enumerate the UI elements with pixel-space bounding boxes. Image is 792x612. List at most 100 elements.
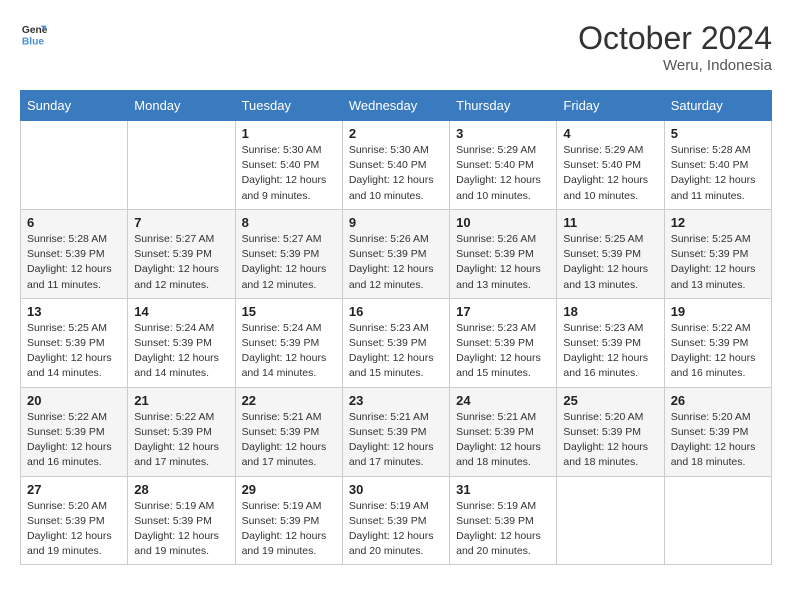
calendar-header-row: Sunday Monday Tuesday Wednesday Thursday… bbox=[21, 91, 772, 121]
calendar-cell: 18 Sunrise: 5:23 AM Sunset: 5:39 PM Dayli… bbox=[557, 298, 664, 387]
calendar-cell: 12 Sunrise: 5:25 AM Sunset: 5:39 PM Dayli… bbox=[664, 209, 771, 298]
calendar-cell: 7 Sunrise: 5:27 AM Sunset: 5:39 PM Daylig… bbox=[128, 209, 235, 298]
day-number: 4 bbox=[563, 126, 657, 141]
day-number: 31 bbox=[456, 482, 550, 497]
day-number: 2 bbox=[349, 126, 443, 141]
day-number: 20 bbox=[27, 393, 121, 408]
calendar-week-4: 20 Sunrise: 5:22 AM Sunset: 5:39 PM Dayli… bbox=[21, 387, 772, 476]
calendar-cell: 21 Sunrise: 5:22 AM Sunset: 5:39 PM Dayli… bbox=[128, 387, 235, 476]
calendar-cell: 20 Sunrise: 5:22 AM Sunset: 5:39 PM Dayli… bbox=[21, 387, 128, 476]
calendar-cell: 27Sunrise: 5:20 AM Sunset: 5:39 PM Dayli… bbox=[21, 476, 128, 565]
day-number: 6 bbox=[27, 215, 121, 230]
calendar-cell: 13Sunrise: 5:25 AM Sunset: 5:39 PM Dayli… bbox=[21, 298, 128, 387]
calendar-cell: 8 Sunrise: 5:27 AM Sunset: 5:39 PM Daylig… bbox=[235, 209, 342, 298]
day-info: Sunrise: 5:25 AM Sunset: 5:39 PM Dayligh… bbox=[563, 232, 657, 293]
calendar-cell bbox=[557, 476, 664, 565]
calendar-week-2: 6 Sunrise: 5:28 AM Sunset: 5:39 PM Daylig… bbox=[21, 209, 772, 298]
day-info: Sunrise: 5:28 AM Sunset: 5:40 PM Dayligh… bbox=[671, 143, 765, 204]
day-number: 19 bbox=[671, 304, 765, 319]
day-number: 30 bbox=[349, 482, 443, 497]
calendar-week-5: 27Sunrise: 5:20 AM Sunset: 5:39 PM Dayli… bbox=[21, 476, 772, 565]
day-info: Sunrise: 5:21 AM Sunset: 5:39 PM Dayligh… bbox=[456, 410, 550, 471]
calendar-week-1: 1 Sunrise: 5:30 AM Sunset: 5:40 PM Daylig… bbox=[21, 121, 772, 210]
day-info: Sunrise: 5:22 AM Sunset: 5:39 PM Dayligh… bbox=[27, 410, 121, 471]
day-info: Sunrise: 5:30 AM Sunset: 5:40 PM Dayligh… bbox=[242, 143, 336, 204]
calendar-cell: 23Sunrise: 5:21 AM Sunset: 5:39 PM Dayli… bbox=[342, 387, 449, 476]
day-info: Sunrise: 5:21 AM Sunset: 5:39 PM Dayligh… bbox=[349, 410, 443, 471]
day-info: Sunrise: 5:20 AM Sunset: 5:39 PM Dayligh… bbox=[563, 410, 657, 471]
day-number: 15 bbox=[242, 304, 336, 319]
calendar-cell bbox=[664, 476, 771, 565]
calendar-cell: 11 Sunrise: 5:25 AM Sunset: 5:39 PM Dayli… bbox=[557, 209, 664, 298]
calendar-cell: 14 Sunrise: 5:24 AM Sunset: 5:39 PM Dayli… bbox=[128, 298, 235, 387]
calendar-cell: 29Sunrise: 5:19 AM Sunset: 5:39 PM Dayli… bbox=[235, 476, 342, 565]
day-info: Sunrise: 5:25 AM Sunset: 5:39 PM Dayligh… bbox=[671, 232, 765, 293]
calendar-week-3: 13Sunrise: 5:25 AM Sunset: 5:39 PM Dayli… bbox=[21, 298, 772, 387]
col-saturday: Saturday bbox=[664, 91, 771, 121]
month-title: October 2024 bbox=[578, 20, 772, 57]
day-number: 25 bbox=[563, 393, 657, 408]
day-info: Sunrise: 5:27 AM Sunset: 5:39 PM Dayligh… bbox=[242, 232, 336, 293]
day-number: 7 bbox=[134, 215, 228, 230]
calendar-cell: 4 Sunrise: 5:29 AM Sunset: 5:40 PM Daylig… bbox=[557, 121, 664, 210]
col-wednesday: Wednesday bbox=[342, 91, 449, 121]
day-info: Sunrise: 5:24 AM Sunset: 5:39 PM Dayligh… bbox=[134, 321, 228, 382]
day-info: Sunrise: 5:20 AM Sunset: 5:39 PM Dayligh… bbox=[671, 410, 765, 471]
day-number: 8 bbox=[242, 215, 336, 230]
day-number: 10 bbox=[456, 215, 550, 230]
day-info: Sunrise: 5:19 AM Sunset: 5:39 PM Dayligh… bbox=[456, 499, 550, 560]
day-info: Sunrise: 5:29 AM Sunset: 5:40 PM Dayligh… bbox=[456, 143, 550, 204]
day-number: 1 bbox=[242, 126, 336, 141]
day-number: 5 bbox=[671, 126, 765, 141]
calendar-cell: 6 Sunrise: 5:28 AM Sunset: 5:39 PM Daylig… bbox=[21, 209, 128, 298]
day-info: Sunrise: 5:22 AM Sunset: 5:39 PM Dayligh… bbox=[134, 410, 228, 471]
day-number: 16 bbox=[349, 304, 443, 319]
day-number: 9 bbox=[349, 215, 443, 230]
calendar-cell: 15 Sunrise: 5:24 AM Sunset: 5:39 PM Dayli… bbox=[235, 298, 342, 387]
day-number: 18 bbox=[563, 304, 657, 319]
day-info: Sunrise: 5:30 AM Sunset: 5:40 PM Dayligh… bbox=[349, 143, 443, 204]
day-info: Sunrise: 5:26 AM Sunset: 5:39 PM Dayligh… bbox=[456, 232, 550, 293]
day-info: Sunrise: 5:26 AM Sunset: 5:39 PM Dayligh… bbox=[349, 232, 443, 293]
day-info: Sunrise: 5:21 AM Sunset: 5:39 PM Dayligh… bbox=[242, 410, 336, 471]
day-info: Sunrise: 5:29 AM Sunset: 5:40 PM Dayligh… bbox=[563, 143, 657, 204]
calendar-cell: 31 Sunrise: 5:19 AM Sunset: 5:39 PM Dayli… bbox=[450, 476, 557, 565]
calendar-cell: 25 Sunrise: 5:20 AM Sunset: 5:39 PM Dayli… bbox=[557, 387, 664, 476]
calendar-cell: 1 Sunrise: 5:30 AM Sunset: 5:40 PM Daylig… bbox=[235, 121, 342, 210]
day-info: Sunrise: 5:23 AM Sunset: 5:39 PM Dayligh… bbox=[349, 321, 443, 382]
day-number: 22 bbox=[242, 393, 336, 408]
col-tuesday: Tuesday bbox=[235, 91, 342, 121]
svg-text:Blue: Blue bbox=[22, 36, 45, 47]
calendar-cell: 19 Sunrise: 5:22 AM Sunset: 5:39 PM Dayli… bbox=[664, 298, 771, 387]
calendar-table: Sunday Monday Tuesday Wednesday Thursday… bbox=[20, 90, 772, 565]
day-number: 24 bbox=[456, 393, 550, 408]
calendar-cell: 30Sunrise: 5:19 AM Sunset: 5:39 PM Dayli… bbox=[342, 476, 449, 565]
day-info: Sunrise: 5:22 AM Sunset: 5:39 PM Dayligh… bbox=[671, 321, 765, 382]
day-number: 29 bbox=[242, 482, 336, 497]
calendar-cell: 10 Sunrise: 5:26 AM Sunset: 5:39 PM Dayli… bbox=[450, 209, 557, 298]
day-number: 14 bbox=[134, 304, 228, 319]
day-info: Sunrise: 5:27 AM Sunset: 5:39 PM Dayligh… bbox=[134, 232, 228, 293]
calendar-cell: 28Sunrise: 5:19 AM Sunset: 5:39 PM Dayli… bbox=[128, 476, 235, 565]
calendar-cell: 26 Sunrise: 5:20 AM Sunset: 5:39 PM Dayli… bbox=[664, 387, 771, 476]
day-info: Sunrise: 5:28 AM Sunset: 5:39 PM Dayligh… bbox=[27, 232, 121, 293]
day-number: 11 bbox=[563, 215, 657, 230]
calendar-cell: 3 Sunrise: 5:29 AM Sunset: 5:40 PM Daylig… bbox=[450, 121, 557, 210]
day-info: Sunrise: 5:24 AM Sunset: 5:39 PM Dayligh… bbox=[242, 321, 336, 382]
day-info: Sunrise: 5:25 AM Sunset: 5:39 PM Dayligh… bbox=[27, 321, 121, 382]
logo-icon: General Blue bbox=[20, 20, 48, 48]
page-header: General Blue October 2024 Weru, Indonesi… bbox=[20, 20, 772, 74]
day-number: 26 bbox=[671, 393, 765, 408]
col-monday: Monday bbox=[128, 91, 235, 121]
day-info: Sunrise: 5:20 AM Sunset: 5:39 PM Dayligh… bbox=[27, 499, 121, 560]
day-number: 17 bbox=[456, 304, 550, 319]
calendar-cell: 22 Sunrise: 5:21 AM Sunset: 5:39 PM Dayli… bbox=[235, 387, 342, 476]
col-thursday: Thursday bbox=[450, 91, 557, 121]
day-info: Sunrise: 5:23 AM Sunset: 5:39 PM Dayligh… bbox=[563, 321, 657, 382]
col-friday: Friday bbox=[557, 91, 664, 121]
day-number: 3 bbox=[456, 126, 550, 141]
calendar-cell: 5 Sunrise: 5:28 AM Sunset: 5:40 PM Daylig… bbox=[664, 121, 771, 210]
day-number: 12 bbox=[671, 215, 765, 230]
day-number: 21 bbox=[134, 393, 228, 408]
calendar-cell: 9 Sunrise: 5:26 AM Sunset: 5:39 PM Daylig… bbox=[342, 209, 449, 298]
